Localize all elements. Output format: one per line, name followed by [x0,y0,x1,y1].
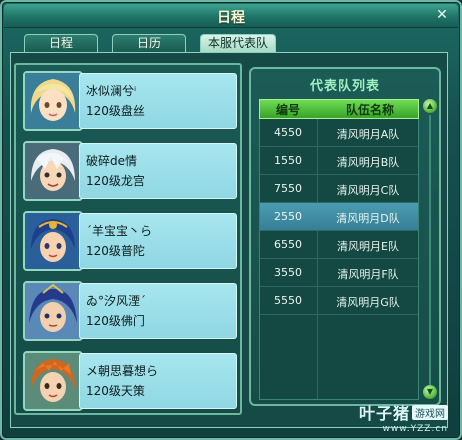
member-name: 冰似澜兮ⁱ [86,84,137,98]
tab-server-team[interactable]: 本服代表队 [200,34,276,52]
white-hair-male-portrait-icon [23,141,83,201]
window-title: 日程 [217,10,245,26]
team-number: 1550 [274,154,302,167]
watermark-badge: 游戏网 [412,405,448,420]
member-info-card: ゐ°汐风湮ˊ 120级佛门 [79,283,237,339]
team-list-title: 代表队列表 [309,79,380,94]
member-card[interactable]: メ朝思暮想ら 120级天策 [23,351,237,411]
member-level-class: 120级佛门 [86,314,145,328]
team-number: 3550 [274,266,302,279]
female-blonde-portrait-icon [23,71,83,131]
team-number: 4550 [274,126,302,139]
member-name: 破碎de情 [86,154,138,168]
team-list-panel: 代表队列表 编号 队伍名称 4550 清风明月A队 1550 清风明月B队 75… [249,67,441,406]
team-name: 清风明月G队 [336,296,400,309]
column-header-number: 编号 [275,103,300,117]
team-number: 6550 [274,238,302,251]
table-row-selected[interactable]: 2550 清风明月D队 [260,203,418,231]
member-level-class: 120级天策 [86,384,145,398]
team-number: 2550 [274,210,302,223]
member-info-card: ˊ羊宝宝丶ら 120级普陀 [79,213,237,269]
team-table-header: 编号 队伍名称 [259,99,419,119]
team-table-body: 4550 清风明月A队 1550 清风明月B队 7550 清风明月C队 2550… [259,119,419,400]
blue-hair-boy-portrait-icon [23,211,83,271]
member-name: メ朝思暮想ら [86,364,159,378]
table-row[interactable]: 1550 清风明月B队 [260,147,418,175]
team-name: 清风明月B队 [336,156,400,169]
tab-bar: 日程 日历 本服代表队 [24,34,276,52]
orange-hair-boy-portrait-icon [23,351,83,411]
tab-calendar[interactable]: 日历 [112,34,186,52]
member-card[interactable]: ゐ°汐风湮ˊ 120级佛门 [23,281,237,341]
member-level-class: 120级龙宫 [86,174,145,188]
tab-schedule[interactable]: 日程 [24,34,98,52]
team-name: 清风明月D队 [336,212,400,225]
watermark-url: www.YZZ.cn [382,424,448,434]
scroll-track[interactable] [429,115,431,385]
member-info-card: 冰似澜兮ⁱ 120级盘丝 [79,73,237,129]
member-card[interactable]: ˊ羊宝宝丶ら 120级普陀 [23,211,237,271]
member-level-class: 120级普陀 [86,244,145,258]
member-card[interactable]: 冰似澜兮ⁱ 120级盘丝 [23,71,237,131]
member-name: ゐ°汐风湮ˊ [86,294,147,308]
team-list-scrollbar[interactable]: ▲ ▼ [423,99,437,399]
column-header-team-name: 队伍名称 [345,103,394,117]
close-icon[interactable]: ✕ [434,8,450,24]
titlebar: 日程 ✕ [4,4,458,28]
table-row[interactable]: 5550 清风明月G队 [260,287,418,315]
member-card[interactable]: 破碎de情 120级龙宫 [23,141,237,201]
site-watermark: 叶子猪 游戏网 www.YZZ.cn [359,400,448,434]
team-name: 清风明月A队 [336,128,400,141]
member-name: ˊ羊宝宝丶ら [86,224,153,238]
blue-hair-warrior-portrait-icon [23,281,83,341]
member-info-card: メ朝思暮想ら 120级天策 [79,353,237,409]
member-list-panel: 冰似澜兮ⁱ 120级盘丝 破碎de情 120级龙宫 ˊ羊宝宝丶ら 120级普陀 … [14,63,242,415]
watermark-logo-text: 叶子猪 [358,404,410,423]
table-row[interactable]: 3550 清风明月F队 [260,259,418,287]
team-number: 7550 [274,182,302,195]
member-info-card: 破碎de情 120级龙宫 [79,143,237,199]
team-name: 清风明月E队 [337,240,399,253]
team-name: 清风明月C队 [336,184,400,197]
scroll-down-icon[interactable]: ▼ [423,385,437,399]
team-number: 5550 [274,294,302,307]
table-row[interactable]: 7550 清风明月C队 [260,175,418,203]
team-name: 清风明月F队 [337,268,399,281]
table-row[interactable]: 6550 清风明月E队 [260,231,418,259]
member-level-class: 120级盘丝 [86,104,145,118]
scroll-up-icon[interactable]: ▲ [423,99,437,113]
table-row[interactable]: 4550 清风明月A队 [260,119,418,147]
